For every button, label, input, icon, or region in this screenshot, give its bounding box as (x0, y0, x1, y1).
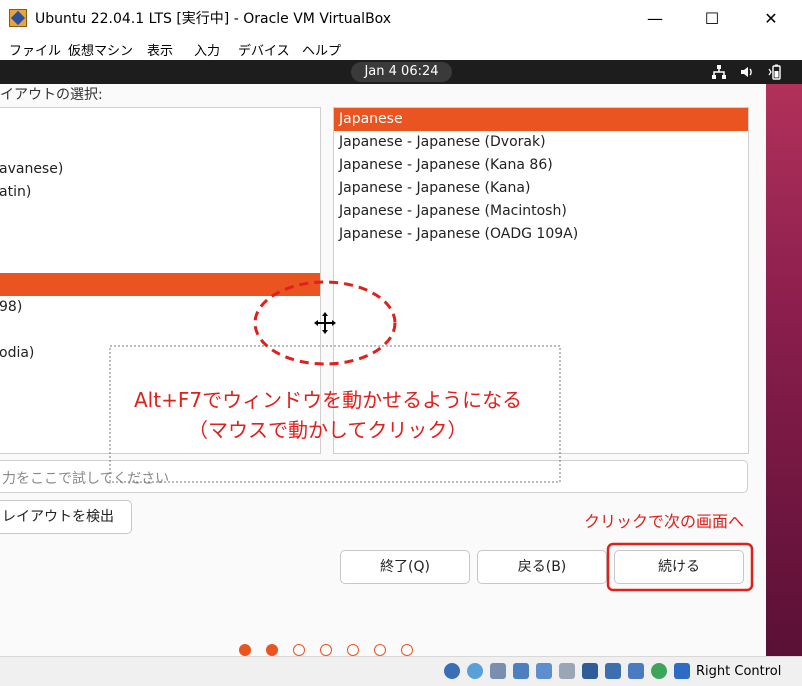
host-key-label: Right Control (696, 664, 782, 679)
display-icon[interactable] (582, 663, 598, 679)
network-adapter-icon[interactable] (513, 663, 529, 679)
virtualbox-status-bar: Right Control (0, 656, 802, 686)
annotation-alt-f7: Alt+F7でウィンドウを動かせるようになる (134, 388, 523, 412)
shared-folders-icon[interactable] (559, 663, 575, 679)
continue-highlight-box (606, 542, 754, 592)
cpu-virtualization-icon[interactable] (628, 663, 644, 679)
recording-icon[interactable] (605, 663, 621, 679)
hard-disk-icon[interactable] (444, 663, 460, 679)
usb-icon[interactable] (536, 663, 552, 679)
keyboard-capture-icon[interactable] (674, 663, 690, 679)
annotation-next-screen: クリックで次の画面へ (584, 512, 745, 531)
annotation-mouse-click: （マウスで動かしてクリック） (188, 418, 468, 442)
optical-drive-icon[interactable] (467, 663, 483, 679)
audio-icon[interactable] (490, 663, 506, 679)
annotation-layer (109, 280, 754, 592)
mouse-integration-icon[interactable] (651, 663, 667, 679)
move-cursor-icon (314, 312, 336, 334)
